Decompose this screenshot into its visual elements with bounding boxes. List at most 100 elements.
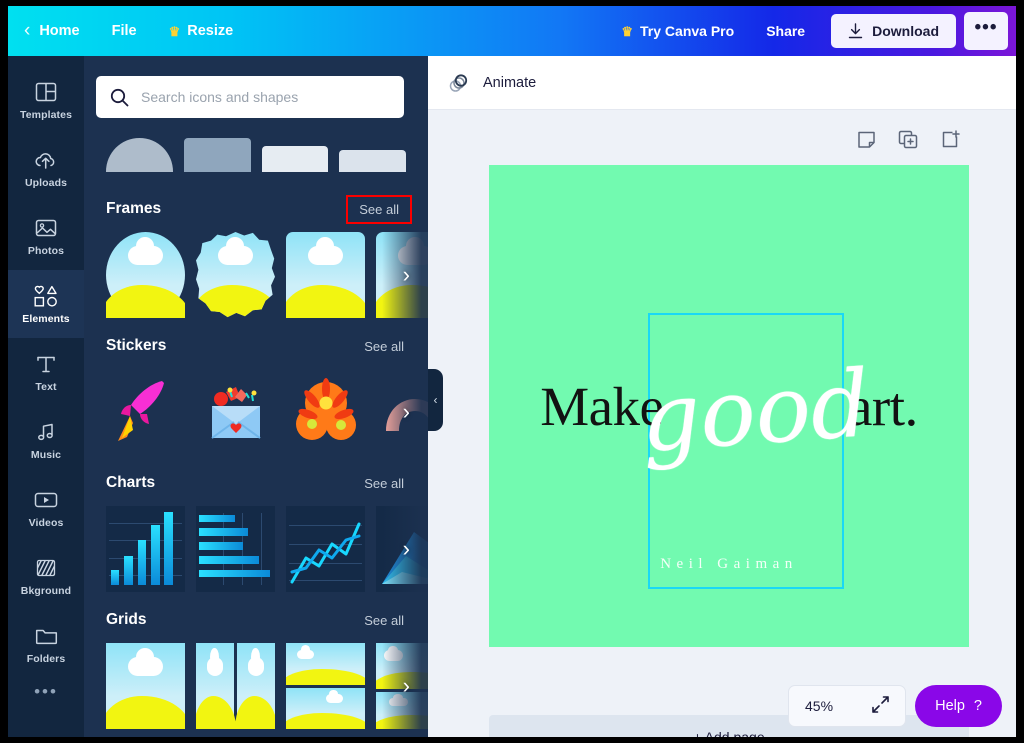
frame-thumb-circle[interactable] <box>106 232 185 318</box>
sidebar-more-button[interactable]: ••• <box>34 682 58 708</box>
templates-icon <box>35 80 57 104</box>
home-label: Home <box>39 23 80 39</box>
sidebar-item-photos[interactable]: Photos <box>8 202 84 270</box>
section-title: Frames <box>106 200 162 217</box>
sidebar-item-videos[interactable]: Videos <box>8 474 84 542</box>
canvas-stage: ‹ Animate Make good art. Neil Gaiman + A… <box>428 56 1016 737</box>
see-all-stickers-button[interactable]: See all <box>364 339 404 354</box>
sidebar-item-templates[interactable]: Templates <box>8 66 84 134</box>
download-icon <box>848 23 863 39</box>
elements-icon <box>33 284 59 308</box>
search-placeholder: Search icons and shapes <box>141 89 299 105</box>
photo-icon <box>35 216 57 240</box>
more-options-button[interactable]: ••• <box>964 12 1008 50</box>
sidebar-label: Music <box>30 448 62 461</box>
sidebar-item-text[interactable]: Text <box>8 338 84 406</box>
landscape-art <box>106 643 185 729</box>
rocket-sticker <box>118 381 164 441</box>
sticker-thumb-flowers[interactable] <box>286 369 365 455</box>
share-button[interactable]: Share <box>748 15 823 47</box>
file-menu-button[interactable]: File <box>96 6 153 56</box>
sidebar-item-uploads[interactable]: Uploads <box>8 134 84 202</box>
design-canvas[interactable]: Make good art. Neil Gaiman <box>489 165 969 647</box>
grid-thumb-two-rows[interactable] <box>286 643 365 729</box>
panel-collapse-handle[interactable]: ‹ <box>428 369 443 431</box>
elements-panel-scroll[interactable]: Frames See all › Stickers See all › Char… <box>84 56 428 737</box>
chart-thumb-hbar[interactable] <box>196 506 275 592</box>
sidebar-item-elements[interactable]: Elements <box>8 270 84 338</box>
bar-chart-art <box>106 506 185 592</box>
canva-editor: ‹ Home File ♛ Resize ♛ Try Canva Pro Sha… <box>8 6 1016 737</box>
canvas-toolbar: Animate <box>428 56 1016 110</box>
landscape-art <box>196 643 237 729</box>
section-charts: Charts See all › <box>84 470 428 592</box>
headline-word-good: good <box>637 350 874 473</box>
page-tools <box>857 130 960 154</box>
folder-icon <box>35 624 58 648</box>
notes-icon[interactable] <box>857 130 876 154</box>
sticker-thumb-rocket[interactable] <box>106 369 185 455</box>
headline-text[interactable]: Make good art. <box>489 165 969 647</box>
grids-thumb-row: › <box>84 643 428 729</box>
thumb-clipped <box>183 138 251 172</box>
crown-icon: ♛ <box>621 23 634 39</box>
chevron-right-icon[interactable]: › <box>403 673 410 699</box>
help-label: Help <box>935 698 965 714</box>
add-page-icon[interactable] <box>941 130 960 154</box>
landscape-art <box>196 232 275 318</box>
section-header: Grids See all <box>84 607 428 633</box>
search-input[interactable]: Search icons and shapes <box>96 76 404 118</box>
zoom-level-label: 45% <box>805 698 834 714</box>
stickers-thumb-row: › <box>84 369 428 455</box>
section-title: Stickers <box>106 337 167 354</box>
help-button[interactable]: Help ? <box>915 685 1002 727</box>
section-header: Charts See all <box>84 470 428 496</box>
horizontal-bar-chart-art <box>196 506 275 592</box>
duplicate-page-icon[interactable] <box>898 130 919 154</box>
chart-thumb-line[interactable] <box>286 506 365 592</box>
see-all-grids-button[interactable]: See all <box>364 613 404 628</box>
frame-thumb-scallop[interactable] <box>196 232 275 318</box>
flowers-sticker <box>296 378 356 440</box>
see-all-charts-button[interactable]: See all <box>364 476 404 491</box>
grid-thumb-two-columns[interactable] <box>196 643 275 729</box>
home-button[interactable]: ‹ Home <box>8 6 96 56</box>
grid-thumb-single[interactable] <box>106 643 185 729</box>
author-text[interactable]: Neil Gaiman <box>489 556 969 573</box>
zoom-control[interactable]: 45% <box>788 685 906 727</box>
chart-thumb-bar[interactable] <box>106 506 185 592</box>
animate-circle-icon <box>449 73 468 92</box>
try-canva-pro-button[interactable]: ♛ Try Canva Pro <box>607 15 748 47</box>
section-frames: Frames See all › <box>84 194 428 318</box>
see-all-frames-button[interactable]: See all <box>346 194 412 224</box>
sidebar-item-folders[interactable]: Folders <box>8 610 84 678</box>
expand-icon[interactable] <box>872 696 889 716</box>
background-hatch-icon <box>35 556 57 580</box>
section-stickers: Stickers See all › <box>84 333 428 455</box>
landscape-art <box>106 232 185 318</box>
resize-label: Resize <box>187 23 234 39</box>
animate-button[interactable]: Animate <box>483 75 536 91</box>
flower-envelope-sticker <box>211 387 261 439</box>
sidebar-item-bkground[interactable]: Bkground <box>8 542 84 610</box>
chevron-left-icon: ‹ <box>433 393 438 407</box>
share-label: Share <box>766 23 806 39</box>
sidebar-label: Photos <box>27 244 65 257</box>
download-button[interactable]: Download <box>831 14 956 48</box>
thumb-clipped <box>261 146 329 172</box>
frame-thumb-rounded-square[interactable] <box>286 232 365 318</box>
section-header: Stickers See all <box>84 333 428 359</box>
search-container: Search icons and shapes <box>96 76 404 118</box>
chevron-right-icon[interactable]: › <box>403 399 410 425</box>
resize-button[interactable]: ♛ Resize <box>153 6 250 56</box>
section-title: Charts <box>106 474 156 491</box>
sidebar-label: Folders <box>26 652 66 665</box>
file-label: File <box>111 23 137 39</box>
top-toolbar: ‹ Home File ♛ Resize ♛ Try Canva Pro Sha… <box>8 6 1016 56</box>
sticker-thumb-envelope[interactable] <box>196 369 275 455</box>
sidebar-item-music[interactable]: Music <box>8 406 84 474</box>
top-toolbar-left: ‹ Home File ♛ Resize <box>8 6 249 56</box>
chevron-right-icon[interactable]: › <box>403 262 410 288</box>
sidebar-label: Uploads <box>24 176 68 189</box>
chevron-right-icon[interactable]: › <box>403 536 410 562</box>
